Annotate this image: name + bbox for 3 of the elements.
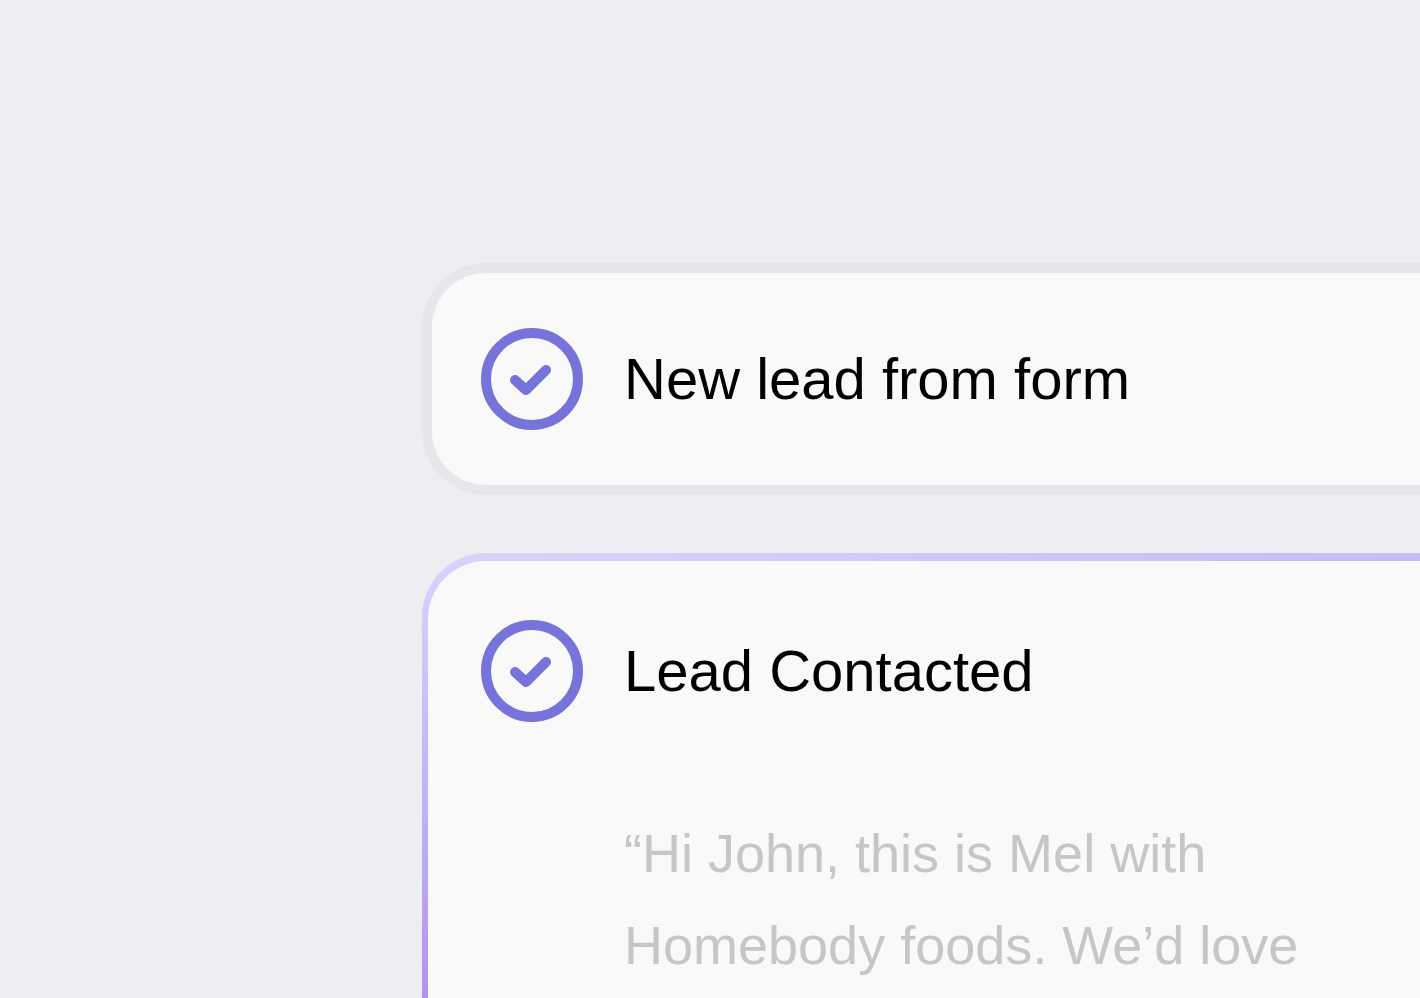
step-title: New lead from form (624, 350, 1131, 408)
step-title: Lead Contacted (624, 642, 1034, 700)
step-card[interactable]: New lead from form (422, 263, 1420, 495)
